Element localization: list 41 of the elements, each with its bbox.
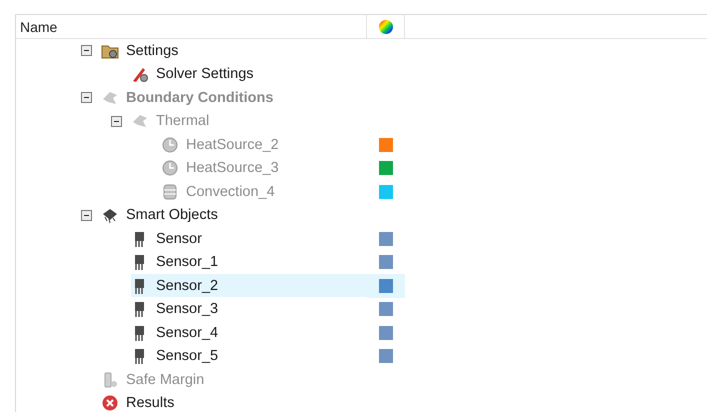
tree-item[interactable]: Sensor_3	[131, 298, 367, 321]
color-swatch[interactable]	[379, 326, 393, 340]
item-label: Convection_4	[186, 184, 275, 200]
item-label: Solver Settings	[156, 66, 254, 82]
color-swatch[interactable]	[379, 255, 393, 270]
tree-item[interactable]: Settings	[101, 39, 367, 62]
item-label: Sensor_5	[156, 348, 218, 364]
pen-gear-icon	[131, 65, 149, 84]
tree-item[interactable]: Sensor_4	[131, 321, 367, 344]
item-label: Sensor_4	[156, 324, 218, 341]
tree-item[interactable]: Results	[101, 392, 367, 412]
tree-item[interactable]: Solver Settings	[131, 62, 367, 86]
error-icon	[101, 394, 119, 412]
cylinder-icon	[161, 182, 179, 201]
item-label: Settings	[126, 42, 178, 59]
item-label: Sensor_2	[156, 278, 218, 294]
color-wheel-icon[interactable]	[378, 20, 392, 34]
color-swatch[interactable]	[379, 278, 393, 293]
item-label: Boundary Conditions	[126, 90, 274, 106]
item-label: Sensor	[156, 230, 202, 247]
clock-icon	[161, 136, 179, 154]
item-label: Safe Margin	[126, 372, 204, 388]
tree-item[interactable]: Sensor_2	[131, 274, 367, 298]
clock-icon	[161, 159, 179, 178]
item-label: Results	[126, 395, 174, 412]
item-label: Smart Objects	[126, 207, 218, 224]
item-label: HeatSource_2	[186, 136, 279, 153]
color-swatch[interactable]	[379, 349, 393, 364]
color-swatch[interactable]	[379, 232, 393, 246]
collapse-toggle[interactable]	[81, 210, 92, 221]
tree-item[interactable]: Sensor	[131, 227, 367, 250]
tree-item[interactable]: Smart Objects	[101, 204, 367, 227]
tree-item[interactable]: Sensor_1	[131, 250, 367, 274]
item-label: Sensor_3	[156, 301, 218, 318]
collapse-toggle[interactable]	[81, 45, 92, 56]
item-label: HeatSource_3	[186, 160, 279, 176]
color-swatch[interactable]	[379, 302, 393, 316]
item-label: Sensor_1	[156, 254, 218, 270]
tree-item[interactable]: Sensor_5	[131, 344, 367, 368]
item-label: Thermal	[156, 113, 210, 130]
chip-icon	[101, 206, 119, 224]
